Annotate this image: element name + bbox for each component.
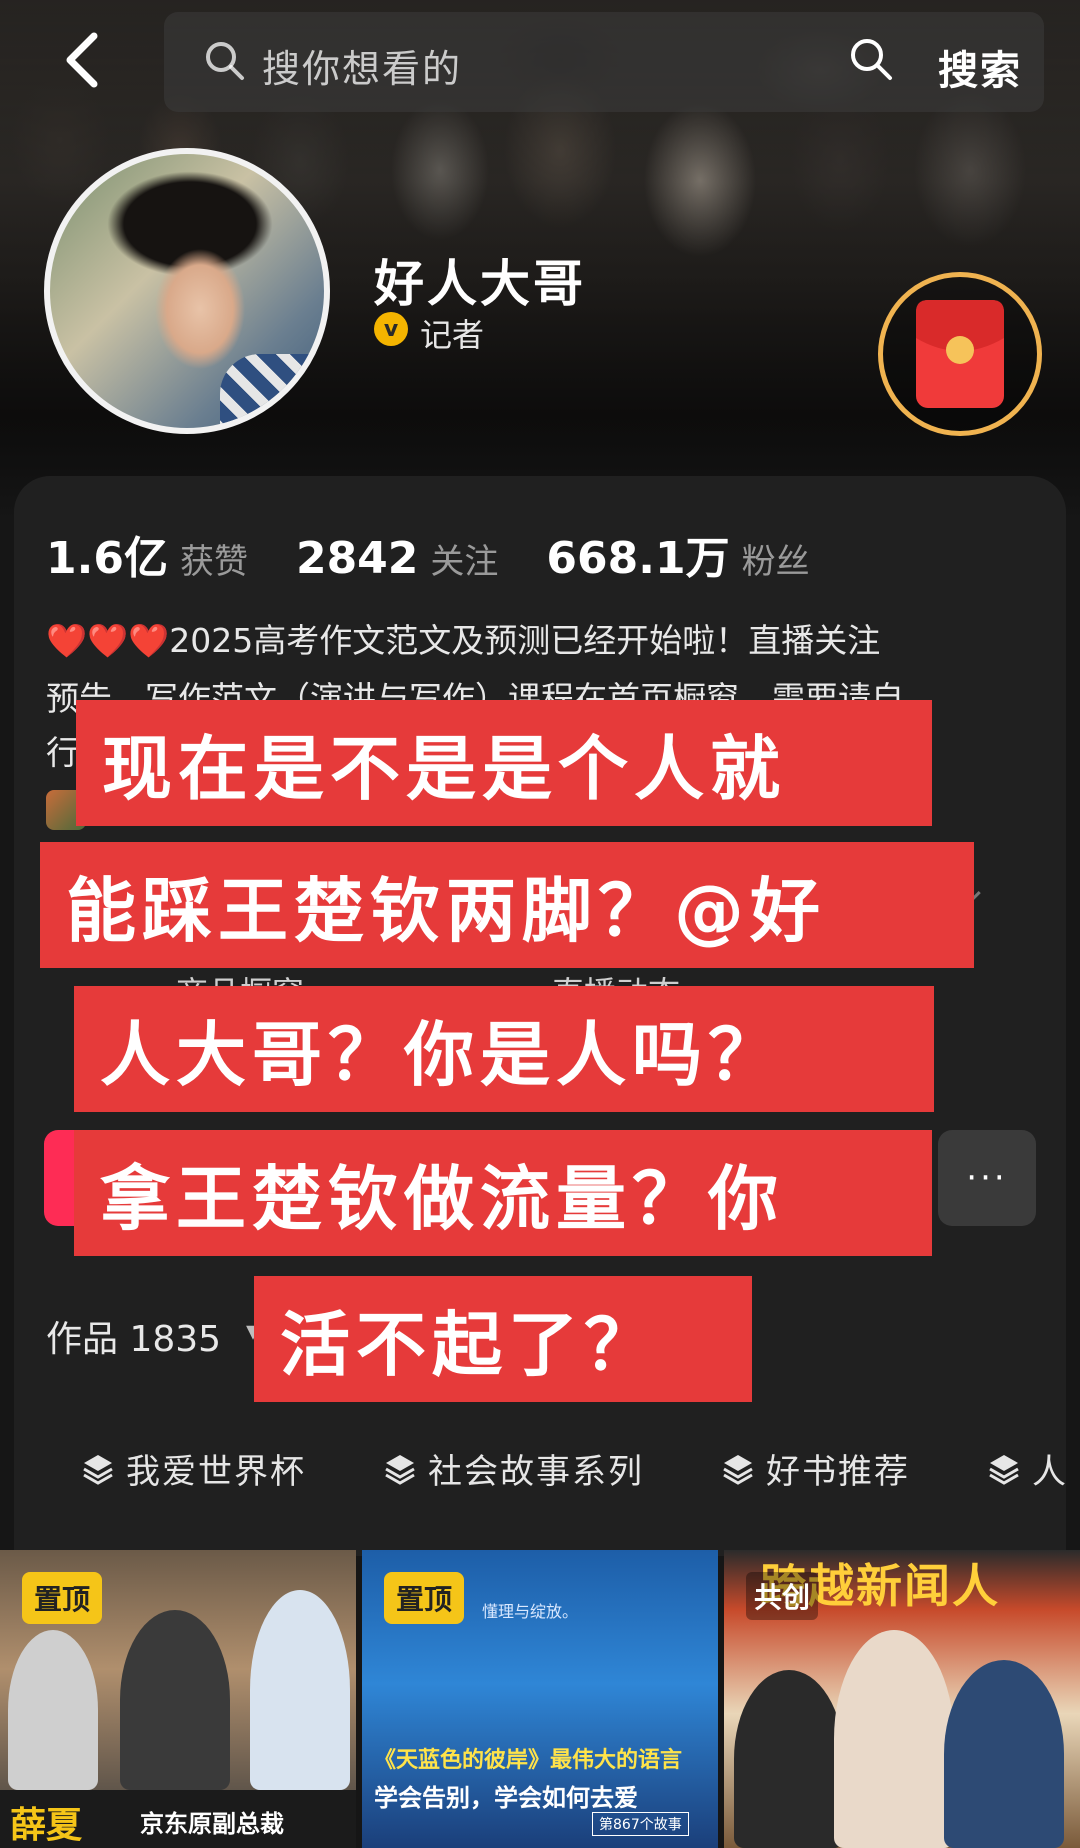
- thumbnail-subtitle: 学会告别，学会如何去爱: [374, 1784, 638, 1812]
- bio-line-1: 2025高考作文范文及预测已经开始啦！直播关注: [169, 621, 881, 660]
- thumbnail-person: [734, 1670, 844, 1848]
- cocreate-badge: 共创: [746, 1572, 819, 1620]
- search-submit-button[interactable]: 搜索: [938, 38, 1022, 96]
- search-icon-secondary[interactable]: [848, 36, 894, 82]
- heart-emoji: ❤️❤️❤️: [46, 621, 170, 660]
- collection-label: 我爱世界杯: [126, 1452, 306, 1492]
- following-label[interactable]: 关注: [430, 534, 498, 583]
- thumbnail-tag: 第867个故事: [592, 1812, 689, 1836]
- video-thumbnail[interactable]: 置顶 薛夏 京东原副总裁: [0, 1550, 356, 1848]
- thumbnail-top-text: 懂理与绽放。: [482, 1602, 579, 1621]
- video-thumbnail[interactable]: 置顶 懂理与绽放。 《天蓝色的彼岸》最伟大的语言 学会告别，学会如何去爱 第86…: [362, 1550, 718, 1848]
- stack-icon: [989, 1454, 1019, 1485]
- collection-item-social-stories[interactable]: 社会故事系列: [382, 1444, 644, 1493]
- collection-label: 人: [1032, 1452, 1068, 1492]
- collection-label: 好书推荐: [766, 1452, 910, 1492]
- thumbnail-title: 《天蓝色的彼岸》最伟大的语言: [374, 1748, 683, 1773]
- more-options-button[interactable]: ···: [938, 1130, 1036, 1226]
- overlay-caption-line: 人大哥？你是人吗？: [74, 986, 934, 1112]
- search-placeholder[interactable]: 搜你想看的: [262, 38, 462, 93]
- overlay-caption-line: 拿王楚钦做流量？你: [74, 1130, 932, 1256]
- video-thumbnail[interactable]: 跨越新闻人 共创: [724, 1550, 1080, 1848]
- thumbnail-person: [944, 1660, 1064, 1848]
- overlay-caption-line: 能踩王楚钦两脚？@好: [40, 842, 974, 968]
- verified-badge-icon: v: [374, 312, 408, 346]
- avatar[interactable]: [44, 148, 330, 434]
- collection-label: 社会故事系列: [428, 1452, 644, 1492]
- pinned-badge: 置顶: [384, 1572, 465, 1624]
- search-icon: [206, 42, 244, 80]
- thumbnail-person: [8, 1630, 98, 1790]
- chevron-left-icon: [66, 32, 98, 88]
- thumbnail-banner-subtitle: 京东原副总裁: [140, 1810, 284, 1838]
- thumbnail-person: [250, 1590, 350, 1790]
- thumbnail-person: [120, 1610, 230, 1790]
- avatar-shirt: [220, 354, 324, 428]
- overlay-caption-line: 现在是不是是个人就: [76, 700, 932, 826]
- back-button[interactable]: [52, 30, 112, 90]
- verified-role-label: 记者: [420, 316, 485, 354]
- thumbnail-person: [834, 1630, 954, 1848]
- bio-line-3: 行: [46, 733, 79, 772]
- following-count[interactable]: 2842: [296, 533, 418, 584]
- overlay-caption-line: 活不起了？: [254, 1276, 752, 1402]
- followers-label[interactable]: 粉丝: [742, 534, 810, 583]
- collection-item-book-recs[interactable]: 好书推荐: [720, 1444, 910, 1493]
- likes-label: 获赞: [179, 542, 248, 582]
- collections-row: 我爱世界杯 社会故事系列 好书推荐 人: [80, 1444, 1080, 1493]
- stack-icon: [723, 1454, 753, 1485]
- red-packet-button[interactable]: [878, 272, 1042, 436]
- pinned-badge: 置顶: [22, 1572, 103, 1624]
- collection-item-more[interactable]: 人: [986, 1444, 1068, 1493]
- likes-count: 1.6亿: [46, 533, 168, 584]
- collection-item-worldcup[interactable]: 我爱世界杯: [80, 1444, 306, 1493]
- thumbnail-banner-title: 薛夏: [10, 1805, 83, 1846]
- profile-name: 好人大哥: [374, 255, 586, 313]
- works-count[interactable]: 作品 1835: [46, 1310, 221, 1362]
- stack-icon: [83, 1454, 113, 1485]
- profile-stats: 1.6亿 获赞 2842 关注 668.1万 粉丝: [46, 522, 858, 586]
- followers-count[interactable]: 668.1万: [546, 522, 729, 586]
- red-envelope-icon: [916, 300, 1004, 408]
- stack-icon: [385, 1454, 415, 1485]
